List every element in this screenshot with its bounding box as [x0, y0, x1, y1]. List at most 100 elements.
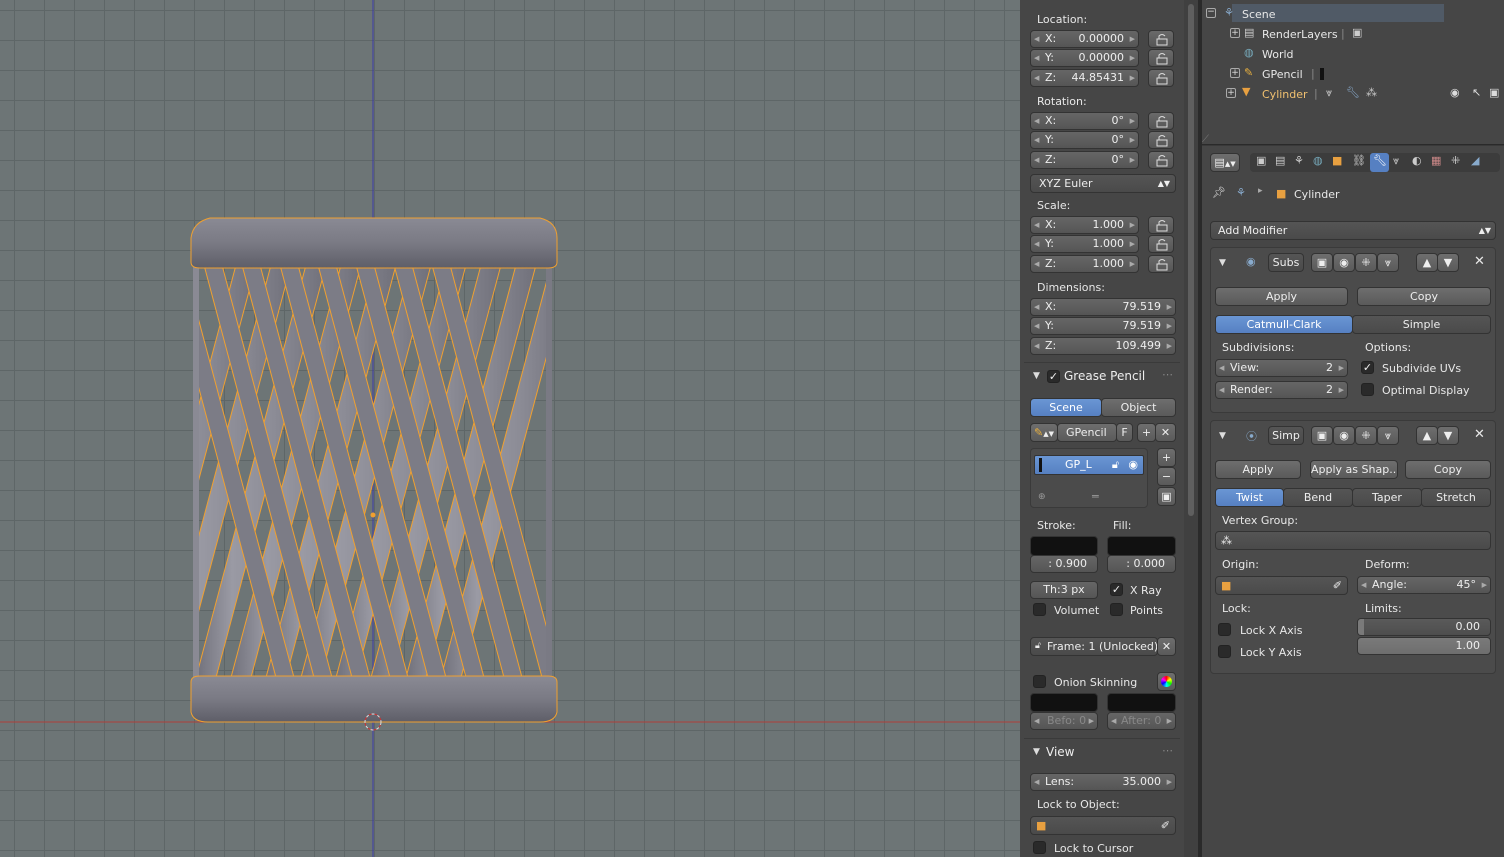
selectable-cursor-icon[interactable]: ↖ — [1472, 86, 1481, 99]
simpledeform-cage-icon[interactable]: ⩔ — [1377, 426, 1399, 445]
twist-tab[interactable]: Twist — [1215, 488, 1284, 507]
lock-x-axis-checkbox[interactable] — [1218, 623, 1231, 636]
outliner-item-scene[interactable]: Scene — [1242, 8, 1276, 21]
scrollbar-thumb[interactable] — [1188, 4, 1194, 516]
deform-angle-field[interactable]: ◀ Angle: 45° ▶ — [1357, 576, 1491, 594]
lock-location-z-icon[interactable] — [1148, 69, 1174, 87]
simple-tab[interactable]: Simple — [1352, 315, 1491, 334]
origin-eyedropper-icon[interactable]: ✐ — [1333, 577, 1342, 594]
lock-y-axis-checkbox[interactable] — [1218, 645, 1231, 658]
gp-scene-tab[interactable]: Scene — [1030, 398, 1102, 417]
subsurf-move-down-icon[interactable]: ▼ — [1437, 253, 1459, 272]
simpledeform-copy-button[interactable]: Copy — [1405, 460, 1491, 479]
world-tab-icon[interactable]: ◍ — [1313, 154, 1323, 167]
points-checkbox[interactable] — [1110, 603, 1123, 616]
properties-scrollbar[interactable] — [1184, 0, 1198, 857]
onion-after-field[interactable]: ◀ After: 0 ▶ — [1107, 712, 1176, 730]
stroke-alpha-field[interactable]: : 0.900 — [1030, 555, 1098, 573]
fill-color-swatch[interactable] — [1107, 536, 1176, 556]
grease-pencil-enable-checkbox[interactable]: ✓ — [1047, 370, 1060, 383]
subsurf-name-field[interactable]: Subs — [1268, 253, 1304, 272]
onion-skinning-checkbox[interactable] — [1033, 675, 1046, 688]
onion-color-wheel-icon[interactable] — [1157, 672, 1176, 691]
3d-viewport[interactable] — [0, 0, 1020, 857]
editor-type-icon[interactable]: ▤▲▼ — [1210, 153, 1240, 172]
gpencil-datablock-name[interactable]: GPencil — [1057, 423, 1117, 442]
subsurf-apply-button[interactable]: Apply — [1215, 287, 1348, 306]
limit-max-slider[interactable]: 1.00 — [1357, 637, 1491, 655]
add-modifier-select[interactable]: Add Modifier ▲▼ — [1210, 221, 1496, 240]
scale-z-field[interactable]: ◀ Z: 1.000 ▶ — [1030, 255, 1139, 273]
subdivide-uvs-checkbox[interactable]: ✓ — [1361, 361, 1374, 374]
lock-scale-x-icon[interactable] — [1148, 216, 1174, 234]
expand-toggle-icon[interactable]: + — [1230, 68, 1240, 78]
simpledeform-name-field[interactable]: Simp — [1268, 426, 1304, 445]
rotation-mode-select[interactable]: XYZ Euler ▲▼ — [1030, 174, 1176, 193]
simpledeform-viewport-eye-icon[interactable]: ◉ — [1333, 426, 1355, 445]
data-tab-icon[interactable]: ⩔ — [1393, 154, 1399, 168]
view-collapse-icon[interactable]: ▼ — [1033, 747, 1040, 757]
lock-object-field[interactable]: ■ ✐ — [1030, 816, 1176, 835]
simpledeform-editmode-icon[interactable]: ⁜ — [1355, 426, 1377, 445]
subsurf-move-up-icon[interactable]: ▲ — [1416, 253, 1438, 272]
new-gpencil-plus-icon[interactable]: + — [1137, 423, 1156, 442]
subsurf-copy-button[interactable]: Copy — [1357, 287, 1491, 306]
simpledeform-apply-button[interactable]: Apply — [1215, 460, 1301, 479]
outliner-item-cylinder[interactable]: Cylinder — [1262, 88, 1308, 101]
lock-scale-y-icon[interactable] — [1148, 235, 1174, 253]
layer-eye-icon[interactable]: ◉ — [1128, 456, 1138, 473]
lock-location-x-icon[interactable] — [1148, 30, 1174, 48]
lock-rotation-z-icon[interactable] — [1148, 151, 1174, 169]
volumetric-checkbox[interactable] — [1033, 603, 1046, 616]
pin-icon[interactable]: 📌︎ — [1212, 186, 1226, 199]
eyedropper-icon[interactable]: ✐ — [1161, 817, 1170, 834]
layer-lock-icon[interactable]: 🔓︎ — [1112, 456, 1119, 473]
taper-tab[interactable]: Taper — [1352, 488, 1422, 507]
lock-scale-z-icon[interactable] — [1148, 255, 1174, 273]
simpledeform-move-up-icon[interactable]: ▲ — [1416, 426, 1438, 445]
vertex-group-icon[interactable]: ⁂ — [1366, 86, 1377, 99]
outliner-item-renderlayers[interactable]: RenderLayers — [1262, 28, 1338, 41]
lock-to-cursor-checkbox[interactable] — [1033, 841, 1046, 854]
visibility-eye-icon[interactable]: ◉ — [1450, 86, 1460, 99]
view-drag-handle-icon[interactable]: ⋯ — [1162, 744, 1173, 757]
optimal-display-checkbox[interactable] — [1361, 383, 1374, 396]
fill-alpha-field[interactable]: : 0.000 — [1107, 555, 1176, 573]
gp-object-tab[interactable]: Object — [1101, 398, 1176, 417]
gpencil-datablock-icon[interactable]: ✎▲▼ — [1030, 423, 1058, 442]
lock-rotation-y-icon[interactable] — [1148, 131, 1174, 149]
grease-pencil-collapse-icon[interactable]: ▼ — [1033, 371, 1040, 381]
simpledeform-render-icon[interactable]: ▣ — [1311, 426, 1333, 445]
thickness-field[interactable]: Th:3 px — [1030, 581, 1098, 599]
rotation-y-field[interactable]: ◀ Y: 0° ▶ — [1030, 131, 1139, 149]
physics-tab-icon[interactable]: ◢ — [1471, 154, 1479, 167]
location-y-field[interactable]: ◀ Y: 0.00000 ▶ — [1030, 49, 1139, 67]
vertex-group-field[interactable]: ⁂ — [1215, 531, 1491, 550]
delete-frame-x-icon[interactable]: ✕ — [1157, 637, 1176, 656]
rotation-x-field[interactable]: ◀ X: 0° ▶ — [1030, 112, 1139, 130]
remove-layer-minus-icon[interactable]: − — [1157, 467, 1176, 486]
renderlayers-tab-icon[interactable]: ▤ — [1275, 154, 1285, 167]
unlink-gpencil-x-icon[interactable]: ✕ — [1155, 423, 1176, 442]
layer-specials-icon[interactable]: ▣ — [1157, 487, 1176, 506]
subsurf-editmode-icon[interactable]: ⁜ — [1355, 253, 1377, 272]
onion-before-field[interactable]: ◀ Befo: 0 ▶ — [1030, 712, 1098, 730]
dimensions-y-field[interactable]: ◀ Y: 79.519 ▶ — [1030, 317, 1176, 335]
onion-after-color[interactable] — [1107, 693, 1176, 712]
frame-lock-field[interactable]: 🔓︎ Frame: 1 (Unlocked) — [1030, 637, 1158, 656]
dimensions-x-field[interactable]: ◀ X: 79.519 ▶ — [1030, 298, 1176, 316]
outliner-item-gpencil[interactable]: GPencil — [1262, 68, 1303, 81]
texture-tab-icon[interactable]: ▦ — [1431, 154, 1441, 167]
render-tab-icon[interactable]: ▣ — [1256, 154, 1266, 167]
onion-before-color[interactable] — [1030, 693, 1098, 712]
expand-toggle-icon[interactable]: + — [1230, 28, 1240, 38]
scene-tab-icon[interactable]: ⚘ — [1294, 154, 1304, 167]
corner-grip-icon[interactable]: ⟋ — [1202, 134, 1209, 145]
catmull-clark-tab[interactable]: Catmull-Clark — [1215, 315, 1353, 334]
dimensions-z-field[interactable]: ◀ Z: 109.499 ▶ — [1030, 337, 1176, 355]
subsurf-remove-x-icon[interactable]: ✕ — [1474, 254, 1485, 269]
renderable-camera-icon[interactable]: ▣ — [1489, 86, 1499, 99]
modifier-wrench-icon[interactable]: 🔧︎ — [1346, 86, 1360, 99]
subsurf-render-levels-field[interactable]: ◀ Render: 2 ▶ — [1215, 381, 1348, 399]
simpledeform-remove-x-icon[interactable]: ✕ — [1474, 427, 1485, 442]
